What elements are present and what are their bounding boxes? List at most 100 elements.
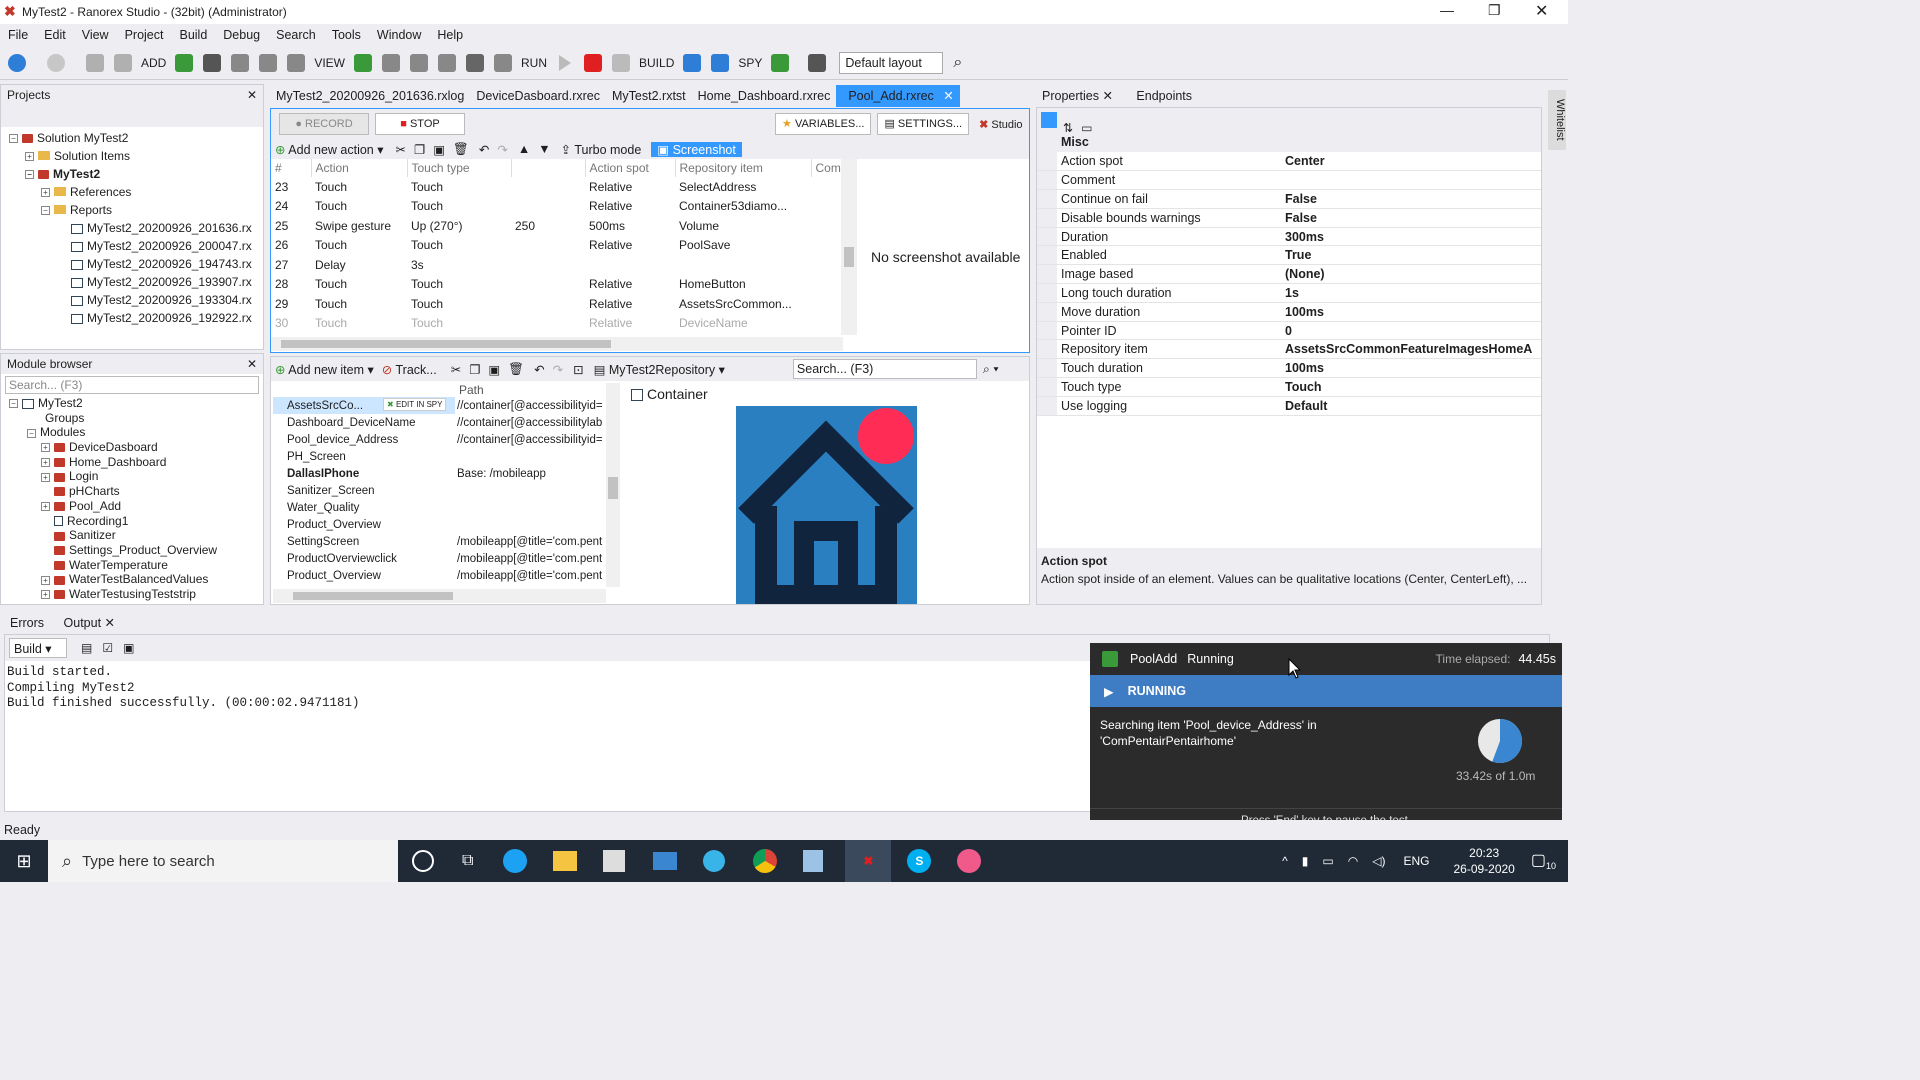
property-row[interactable]: Action spot Center [1037,152,1541,172]
layout-icon[interactable] [808,53,827,72]
spy-icon[interactable] [771,53,790,72]
paste-icon[interactable]: ▣ [433,142,445,157]
categorized-icon[interactable] [1041,112,1057,128]
repo-row[interactable]: DallasIPhone Base: /mobileapp [273,465,608,482]
tab-endpoints[interactable]: Endpoints [1122,89,1206,103]
add-module-icon[interactable] [231,53,250,72]
shield-icon[interactable] [466,53,485,72]
tray-chevron-icon[interactable]: ^ [1282,854,1288,868]
notifications-icon[interactable]: ▢10 [1531,850,1556,871]
property-row[interactable]: Duration 300ms [1037,227,1541,247]
whitelist-tab[interactable]: Whitelist [1548,90,1566,150]
edit-in-spy-button[interactable]: ✖ EDIT IN SPY [383,398,447,411]
property-row[interactable]: Disable bounds warnings False [1037,208,1541,228]
copy-icon[interactable]: ❐ [469,362,480,377]
add-item-button[interactable]: ⊕ Add new item ▾ [275,362,374,377]
task-view-icon[interactable]: ⧉ [462,852,473,870]
screenshot-button[interactable]: ▣ Screenshot [651,141,742,157]
menu-search[interactable]: Search [268,24,324,46]
action-row[interactable]: 28 Touch Touch Relative HomeButton [271,275,846,295]
move-up-icon[interactable]: ▲ [518,142,530,156]
tree-item[interactable]: MyTest2_20200926_193304.rx [1,291,263,309]
add-action-button[interactable]: ⊕ Add new action ▾ [275,142,384,157]
repo-row[interactable]: Product_Overview/mobileapp[@title='com.p… [273,567,608,584]
menu-tools[interactable]: Tools [324,24,369,46]
repo-row[interactable]: SettingScreen/mobileapp[@title='com.pent [273,533,608,550]
ranorex-icon[interactable]: ✖ [845,840,892,882]
fingerprint-icon[interactable] [438,53,457,72]
play-icon[interactable]: ▶ [1104,684,1114,699]
action-row[interactable]: 25 Swipe gesture Up (270°) 250 500ms Volume [271,216,846,236]
tree-item[interactable]: MyTest2_20200926_192922.rx [1,309,263,327]
clear-output-icon[interactable]: ▤ [81,641,92,655]
tab-properties[interactable]: Properties ✕ [1036,89,1119,103]
property-row[interactable]: Continue on fail False [1037,189,1541,209]
tab-errors[interactable]: Errors [0,616,54,630]
record-button[interactable]: ● RECORD [279,113,369,135]
tree-item[interactable]: Settings_Product_Overview [1,543,263,558]
repo-hscroll[interactable] [273,589,606,603]
property-row[interactable]: Image based (None) [1037,264,1541,285]
view-table-icon[interactable] [410,53,429,72]
save-icon[interactable] [86,53,104,72]
add-testcase-icon[interactable] [287,53,306,72]
property-row[interactable]: Comment [1037,170,1541,191]
store-icon[interactable] [603,850,626,872]
paste-icon[interactable]: ▣ [488,362,500,377]
add-recording-icon[interactable] [203,53,222,72]
action-row[interactable]: 29 Touch Touch Relative AssetsSrcCommon... [271,294,846,314]
tree-item[interactable]: − MyTest2 [1,165,263,183]
build-button[interactable]: BUILD [635,46,678,80]
layout-dropdown[interactable]: Default layout [839,51,944,74]
debug-icon[interactable] [612,53,631,72]
tree-item[interactable]: + DeviceDasboard [1,440,263,455]
explorer-icon[interactable] [553,851,578,871]
tree-item[interactable]: Recording1 [1,514,263,529]
actions-scrollbar[interactable] [841,159,857,335]
repo-row[interactable]: Pool_device_Address//container[@accessib… [273,431,608,448]
stop-icon[interactable] [584,53,603,72]
menu-build[interactable]: Build [171,24,215,46]
tree-item[interactable]: MyTest2_20200926_200047.rx [1,237,263,255]
undo-icon[interactable]: ↶ [534,362,544,377]
cortana-icon[interactable] [412,850,434,872]
tree-item[interactable]: Sanitizer [1,528,263,543]
spy-button[interactable]: SPY [734,46,766,80]
cleanup-icon[interactable]: ⊡ [573,362,583,377]
back-icon[interactable] [8,53,26,72]
restore-button[interactable]: ❐ [1488,2,1501,19]
repo-row[interactable]: Sanitizer_Screen [273,482,608,499]
tab-home-dashboard[interactable]: Home_Dashboard.rxrec [692,85,837,107]
tree-item[interactable]: + References [1,183,263,201]
chrome-icon[interactable] [753,849,778,873]
view-folder-icon[interactable] [354,53,373,72]
action-row[interactable]: 23 Touch Touch Relative SelectAddress [271,177,846,197]
search-icon[interactable]: ⌕ ▾ [983,362,999,377]
close-window-button[interactable]: ✕ [1535,1,1548,21]
property-row[interactable]: Touch duration 100ms [1037,358,1541,379]
battery-icon[interactable]: ▭ [1322,854,1333,868]
repo-row[interactable]: Product_Overview [273,516,608,533]
repo-row[interactable]: PH_Screen [273,448,608,465]
taskbar-search[interactable]: ⌕ Type here to search [48,840,398,882]
close-icon[interactable]: ✕ [247,354,257,374]
settings-button[interactable]: ▤ SETTINGS... [877,113,970,135]
tree-item[interactable]: + Login [1,469,263,484]
tree-item[interactable]: + WaterTestusingTeststrip [1,587,263,602]
menu-window[interactable]: Window [369,24,429,46]
add-button[interactable]: ADD [137,46,170,80]
stop-button[interactable]: ■ STOP [375,113,465,135]
run-button[interactable]: RUN [517,46,551,80]
tree-item[interactable]: − Reports [1,201,263,219]
menu-file[interactable]: File [0,24,36,46]
add-folder-icon[interactable] [175,53,194,72]
notepad-icon[interactable] [803,850,824,872]
action-row[interactable]: 30 Touch Touch Relative DeviceName [271,314,846,334]
action-row[interactable]: 27 Delay 3s [271,255,846,275]
db-icon[interactable] [494,53,513,72]
redo-icon[interactable]: ↷ [553,362,563,377]
turbo-mode-button[interactable]: ⇪ Turbo mode [561,142,642,157]
build-icon[interactable] [683,53,702,72]
menu-edit[interactable]: Edit [36,24,74,46]
tree-item[interactable]: + WaterTestBalancedValues [1,572,263,587]
